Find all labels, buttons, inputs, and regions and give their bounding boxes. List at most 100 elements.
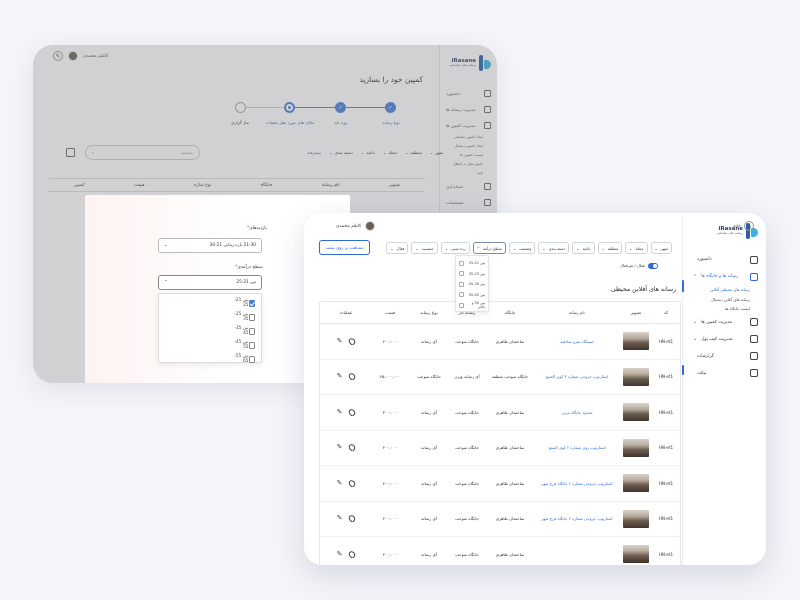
media-name-link[interactable]: ایستگاه مترو صادقیه (534, 339, 620, 344)
dropdown-option[interactable]: بین 55-65 (165, 352, 255, 366)
table-row[interactable]: HN-et1 استارتوپ خروجی شماره ۲ جایگاه فرح… (320, 502, 680, 537)
media-thumbnail[interactable] (620, 332, 652, 351)
sidebar-item-dashboard[interactable]: داشبورد (691, 251, 758, 268)
sidebar-subitem[interactable]: ایجاد کمپین دیجیتال (446, 142, 491, 151)
media-thumbnail[interactable] (620, 509, 652, 528)
dropdown-option[interactable]: بین 45-55 (459, 290, 485, 301)
filter-district[interactable]: ناحیه ⌄ (572, 242, 595, 254)
sidebar-subitem-offline-media[interactable]: رسانه های محیطی آفلاین (691, 285, 758, 295)
location-pin-icon[interactable] (347, 373, 358, 381)
media-thumbnail[interactable] (620, 438, 652, 457)
checkbox[interactable] (248, 313, 255, 321)
step-4-dot[interactable] (235, 102, 246, 113)
checkbox[interactable] (459, 302, 464, 308)
media-thumbnail[interactable] (620, 367, 652, 386)
sidebar-subitem[interactable]: ایجاد کمپین محیطی (446, 133, 491, 142)
sidebar-item-profile[interactable]: مشخصات (446, 194, 491, 210)
filter-age-group[interactable]: رده سنی ⌄ (440, 242, 470, 254)
edit-icon[interactable]: ✎ (337, 338, 343, 345)
sidebar-item-campaigns[interactable]: مدیریت کمپین ها (446, 117, 491, 133)
step-2-dot[interactable]: ✓ (335, 102, 346, 113)
dropdown-option[interactable]: بین 35-45 (459, 279, 485, 290)
filter-advanced[interactable]: پیشرفته (307, 150, 321, 155)
income-level-select[interactable]: بین 21-25 ⌃ (158, 275, 262, 290)
edit-icon[interactable]: ✎ (337, 480, 343, 487)
location-pin-icon[interactable] (347, 337, 358, 345)
sidebar-subitem[interactable]: کمپین های در انتظار تایید (446, 160, 491, 178)
home-icon[interactable]: ⌂ (744, 221, 754, 231)
filter-region[interactable]: منطقه ⌄ (405, 150, 422, 155)
sidebar-item-media[interactable]: رسانه ها و جایگاه ها ⌃ (691, 268, 758, 285)
user-menu[interactable]: کاظم محمدی (336, 221, 376, 231)
edit-icon[interactable]: ✎ (337, 373, 343, 380)
filter-city[interactable]: شهر ⌄ (430, 150, 443, 155)
location-pin-icon[interactable] (347, 444, 358, 452)
table-row[interactable]: HN-et1 ایستگاه مترو صادقیه ساختمان ظاهری… (320, 324, 680, 360)
filter-city[interactable]: شهر ⌄ (650, 242, 672, 254)
location-pin-icon[interactable] (347, 515, 358, 523)
checkbox-checked[interactable] (248, 299, 255, 307)
filter-category[interactable]: دسته بندی ⌄ (538, 242, 570, 254)
sidebar-item-accounting[interactable]: حسابداری (446, 178, 491, 194)
media-name-link[interactable]: محدود جایگاه بنزین (534, 410, 620, 415)
checkbox[interactable] (459, 281, 464, 287)
step-3-dot[interactable] (284, 102, 295, 113)
media-name-link[interactable]: استارتوپ خروجی شماره ۲ کوی المنتج (534, 374, 620, 379)
edit-icon[interactable]: ✎ (337, 409, 343, 416)
sidebar-subitem[interactable]: لیست کمپین ها (446, 151, 491, 160)
table-row[interactable]: HN-et1 استارتوپ خروجی شماره ۲ کوی المنتج… (320, 360, 680, 395)
search-input[interactable]: جستجو ⌕ (85, 145, 200, 160)
checkbox[interactable] (248, 341, 255, 349)
checkbox[interactable] (459, 260, 464, 266)
location-pin-icon[interactable] (347, 479, 358, 487)
filter-active[interactable]: فعال ⌄ (386, 242, 409, 254)
sidebar-item-dashboard[interactable]: داشبورد (446, 85, 491, 101)
sidebar-item-wallet[interactable]: مدیریت کیف پول ⌄ (691, 331, 758, 348)
filter-icon[interactable] (66, 148, 75, 157)
filter-neighborhood[interactable]: محله ⌄ (625, 242, 648, 254)
sidebar-item-media[interactable]: مدیریت رسانه ها (446, 101, 491, 117)
media-name-link[interactable]: استارتوپ روی شماره ۲ کوی المنتج (534, 445, 620, 450)
table-row[interactable]: HN-et1 استارتوپ روی شماره ۲ کوی المنتج س… (320, 431, 680, 466)
media-name-link[interactable]: استارتوپ خروجی شماره ۲ جایگاه فرح شهر (534, 481, 620, 486)
home-link[interactable]: خانه ⌂ (733, 221, 754, 231)
dropdown-option[interactable]: بین 45-55 (165, 338, 255, 352)
checkbox[interactable] (248, 355, 255, 363)
media-thumbnail[interactable] (620, 474, 652, 493)
dropdown-option[interactable]: بین 55 و بالاتر (459, 300, 485, 311)
media-thumbnail[interactable] (620, 403, 652, 422)
avatar[interactable] (68, 51, 78, 61)
edit-icon[interactable]: ✎ (337, 551, 343, 558)
sidebar-subitem-digital-media[interactable]: رسانه های آنلاین دیجیتال (691, 295, 758, 305)
dropdown-option[interactable]: بین 35-45 (165, 324, 255, 338)
dropdown-option[interactable]: بین 25-35 (165, 310, 255, 324)
view-on-map-button[interactable]: مشاهده بر روی نقشه (319, 240, 370, 255)
filter-category[interactable]: دسته بندی ⌄ (329, 150, 353, 155)
filter-district[interactable]: ناحیه ⌄ (361, 150, 375, 155)
edit-icon[interactable]: ✎ (53, 51, 63, 61)
checkbox[interactable] (459, 271, 464, 277)
table-row[interactable]: HN-et1 استارتوپ خروجی شماره ۲ جایگاه فرح… (320, 466, 680, 502)
checkbox[interactable] (248, 327, 255, 335)
location-pin-icon[interactable] (347, 550, 358, 558)
sidebar-item-reports[interactable]: گزارشات (691, 348, 758, 365)
dropdown-option[interactable]: بین 25-35 (459, 269, 485, 280)
media-thumbnail[interactable] (620, 545, 652, 564)
dropdown-option[interactable]: بین 21-25 (165, 296, 255, 310)
location-pin-icon[interactable] (347, 408, 358, 416)
visits-select[interactable]: 21-30 بازه زمانی 21-30 ⌄ (158, 238, 262, 253)
dropdown-option[interactable]: بین 21-25 (459, 258, 485, 269)
sidebar-item-campaigns[interactable]: مدیریت کمپین ها ⌄ (691, 314, 758, 331)
filter-status[interactable]: وضعیت ⌄ (508, 242, 536, 254)
sidebar-item-ticket[interactable]: تیکت (691, 365, 758, 382)
filter-income-level[interactable]: سطح درآمد ⌃ (472, 242, 506, 254)
active-toggle[interactable] (647, 263, 658, 269)
edit-icon[interactable]: ✎ (337, 444, 343, 451)
back-user-area[interactable]: ✎ کاظم محمدی (53, 51, 108, 61)
checkbox[interactable] (459, 292, 464, 298)
table-row[interactable]: HN-et1 محدود جایگاه بنزین ساختمان ظاهری … (320, 395, 680, 431)
edit-icon[interactable]: ✎ (337, 515, 343, 522)
step-1-dot[interactable]: ✓ (385, 102, 396, 113)
table-row[interactable]: HN-et1 ساختمان ظاهری جایگاه سوخت آی رسان… (320, 537, 680, 565)
media-name-link[interactable]: استارتوپ خروجی شماره ۲ جایگاه فرح شهر (534, 516, 620, 521)
